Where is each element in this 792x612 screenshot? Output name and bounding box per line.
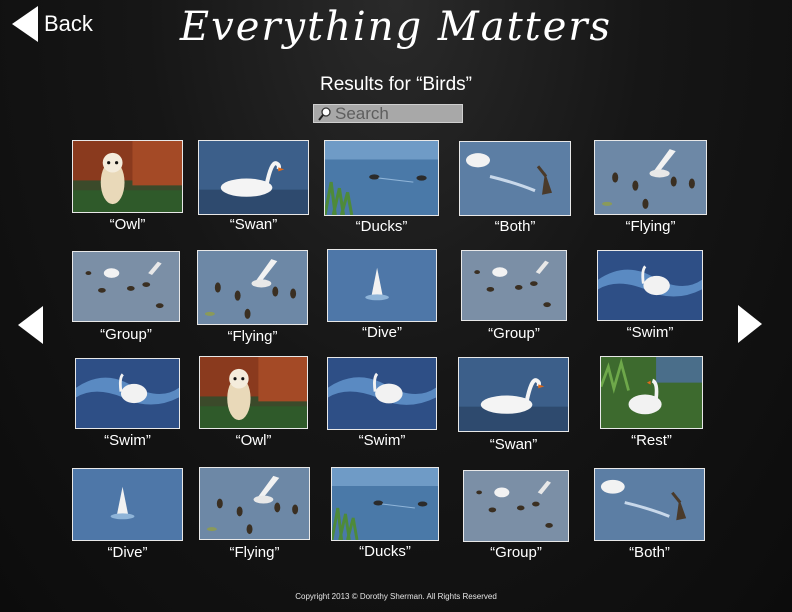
app-title: Everything Matters	[179, 4, 613, 50]
result-caption[interactable]: “Group”	[441, 325, 587, 342]
result-thumbnail[interactable]	[199, 356, 308, 429]
bird-photo	[595, 469, 704, 540]
result-thumbnail[interactable]	[597, 250, 703, 321]
result-thumbnail[interactable]	[331, 467, 439, 541]
result-caption[interactable]: “Group”	[443, 544, 589, 561]
result-thumbnail[interactable]	[199, 467, 310, 540]
copyright-text: Copyright 2013 © Dorothy Sherman. All Ri…	[295, 592, 497, 601]
bird-photo	[200, 468, 309, 539]
bird-photo	[325, 141, 438, 215]
bird-photo	[73, 141, 182, 212]
result-thumbnail[interactable]	[197, 250, 308, 325]
bird-photo	[460, 142, 570, 215]
result-thumbnail[interactable]	[327, 357, 437, 430]
triangle-left-icon[interactable]	[18, 306, 43, 344]
result-thumbnail[interactable]	[324, 140, 439, 216]
result-caption[interactable]: “Flying”	[177, 328, 328, 345]
bird-photo	[76, 359, 179, 428]
result-caption[interactable]: “Ducks”	[304, 218, 459, 235]
result-thumbnail[interactable]	[327, 249, 437, 322]
search-input[interactable]	[333, 103, 455, 124]
result-caption[interactable]: “Ducks”	[311, 543, 459, 560]
bird-photo	[464, 471, 568, 541]
result-caption[interactable]: “Swim”	[307, 432, 457, 449]
result-caption[interactable]: “Flying”	[179, 544, 330, 561]
result-thumbnail[interactable]	[461, 250, 567, 321]
result-thumbnail[interactable]	[72, 140, 183, 213]
bird-photo	[73, 469, 182, 540]
bird-photo	[332, 468, 438, 540]
result-thumbnail[interactable]	[198, 140, 309, 215]
result-thumbnail[interactable]	[72, 468, 183, 541]
bird-photo	[462, 251, 566, 320]
result-caption[interactable]: “Owl”	[179, 432, 328, 449]
results-heading: Results for “Birds”	[319, 74, 473, 95]
result-caption[interactable]: “Swan”	[438, 436, 589, 453]
result-thumbnail[interactable]	[600, 356, 703, 429]
result-caption[interactable]: “Flying”	[574, 218, 727, 235]
result-thumbnail[interactable]	[594, 140, 707, 215]
result-caption[interactable]: “Rest”	[580, 432, 723, 449]
bird-photo	[198, 251, 307, 324]
magnifier-icon	[318, 106, 331, 121]
result-thumbnail[interactable]	[458, 357, 569, 432]
triangle-right-icon[interactable]	[738, 305, 762, 343]
result-thumbnail[interactable]	[594, 468, 705, 541]
result-caption[interactable]: “Swim”	[577, 324, 723, 341]
bird-photo	[595, 141, 706, 214]
bird-photo	[328, 250, 436, 321]
result-thumbnail[interactable]	[75, 358, 180, 429]
bird-photo	[598, 251, 702, 320]
bird-photo	[601, 357, 702, 428]
bird-photo	[459, 358, 568, 431]
bird-photo	[200, 357, 307, 428]
result-thumbnail[interactable]	[459, 141, 571, 216]
result-caption[interactable]: “Both”	[574, 544, 725, 561]
search-box[interactable]	[313, 103, 463, 124]
result-thumbnail[interactable]	[72, 251, 180, 322]
result-caption[interactable]: “Dive”	[307, 324, 457, 341]
result-caption[interactable]: “Both”	[439, 218, 591, 235]
bird-photo	[199, 141, 308, 214]
result-thumbnail[interactable]	[463, 470, 569, 542]
bird-photo	[328, 358, 436, 429]
bird-photo	[73, 252, 179, 321]
